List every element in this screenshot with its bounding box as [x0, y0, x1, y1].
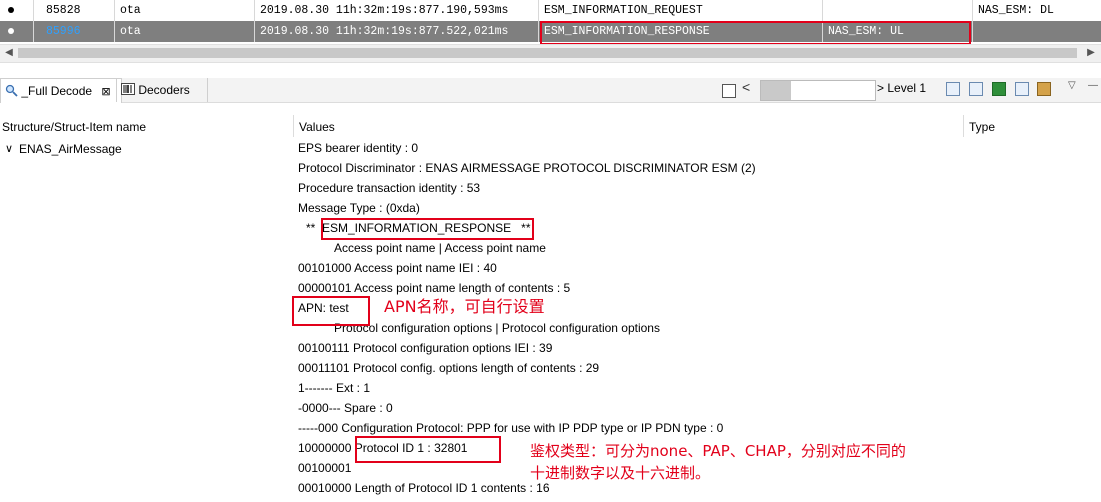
magnifier-icon [5, 84, 18, 97]
tab-label: Decoders [138, 83, 190, 97]
value-line: 1------- Ext : 1 [298, 381, 370, 395]
message-index: 85996 [46, 25, 81, 38]
column-divider [963, 115, 964, 137]
expand-icon[interactable] [969, 82, 983, 96]
column-divider [293, 115, 294, 137]
value-line: EPS bearer identity : 0 [298, 141, 419, 155]
horizontal-scrollbar[interactable]: ◀ ▶ [0, 44, 1101, 63]
message-name: ESM_INFORMATION_REQUEST [544, 4, 703, 17]
value-line: Procedure transaction identity : 53 [298, 181, 481, 195]
value-line: 00100001 [298, 461, 352, 475]
annotation-apn-note: APN名称，可自行设置 [384, 297, 545, 316]
message-direction: NAS_ESM: DL [978, 4, 1054, 17]
scroll-left-icon[interactable]: ◀ [2, 46, 16, 60]
annotation-auth-note-line1: 鉴权类型：可分为none、PAP、CHAP，分别对应不同的 [530, 442, 906, 460]
level-label: Level 1 [887, 81, 927, 95]
value-line: Protocol Discriminator : ENAS AIRMESSAGE… [298, 161, 756, 175]
value-line: Message Type : (0xda) [298, 201, 420, 215]
value-line: 00011101 Protocol config. options length… [298, 361, 600, 375]
column-divider [114, 0, 115, 42]
column-divider [538, 0, 539, 42]
highlight-box-response-row [540, 21, 971, 45]
message-timestamp: 2019.08.30 11h:32m:19s:877.522,021ms [260, 25, 509, 38]
highlight-box-apn [292, 296, 370, 326]
chevron-right-icon: > [877, 81, 885, 95]
column-header-values[interactable]: Values [299, 118, 335, 136]
message-timestamp: 2019.08.30 11h:32m:19s:877.190,593ms [260, 4, 509, 17]
collapse-icon[interactable] [946, 82, 960, 96]
minimize-icon[interactable]: — [1088, 80, 1098, 91]
row-marker-icon [8, 28, 14, 34]
message-source: ota [120, 4, 141, 17]
package-icon[interactable] [1037, 82, 1051, 96]
tab-decoders[interactable]: Decoders [116, 78, 208, 102]
column-divider [33, 0, 34, 42]
column-divider [972, 0, 973, 42]
column-header-type[interactable]: Type [969, 118, 995, 136]
tree-root-item[interactable]: ENAS_AirMessage [19, 140, 122, 158]
filter-input[interactable] [760, 80, 876, 101]
value-line: 00100111 Protocol configuration options … [298, 341, 553, 355]
chevron-left-icon[interactable]: < [742, 79, 750, 95]
level-selector[interactable]: > Level 1 [877, 79, 926, 98]
highlight-box-protocol-id [355, 436, 501, 463]
text-view-icon[interactable] [1015, 82, 1029, 96]
message-index: 85828 [46, 4, 81, 17]
expand-chevron-icon[interactable]: ∨ [5, 140, 13, 158]
close-tab-icon[interactable]: ⊠ [101, 86, 110, 98]
export-icon[interactable] [992, 82, 1006, 96]
value-line: 00010000 Length of Protocol ID 1 content… [298, 481, 550, 495]
scroll-right-icon[interactable]: ▶ [1084, 46, 1098, 60]
scrollbar-thumb[interactable] [18, 48, 1077, 58]
value-line: 00101000 Access point name IEI : 40 [298, 261, 497, 275]
message-source: ota [120, 25, 141, 38]
value-line: -0000--- Spare : 0 [298, 401, 393, 415]
highlight-box-message-type [321, 218, 534, 240]
value-line-section: Access point name | Access point name [334, 241, 546, 255]
tab-full-decode[interactable]: _Full Decode ⊠ [0, 78, 122, 103]
column-divider [254, 0, 255, 42]
view-menu-icon[interactable]: ▽ [1068, 80, 1076, 91]
column-header-name[interactable]: Structure/Struct-Item name [2, 118, 146, 136]
annotation-auth-note-line2: 十进制数字以及十六进制。 [530, 464, 711, 482]
row-marker-icon [8, 7, 14, 13]
decode-toolbar: _Full Decode ⊠ Decoders [0, 78, 1101, 103]
value-line-section: Protocol configuration options | Protoco… [334, 321, 660, 335]
tab-label: _Full Decode [21, 84, 93, 98]
value-line: -----000 Configuration Protocol: PPP for… [298, 421, 724, 435]
value-line: 00000101 Access point name length of con… [298, 281, 571, 295]
message-row[interactable]: 85828 ota 2019.08.30 11h:32m:19s:877.190… [0, 0, 1101, 21]
barcode-icon [121, 83, 135, 95]
filter-checkbox[interactable] [722, 84, 736, 98]
